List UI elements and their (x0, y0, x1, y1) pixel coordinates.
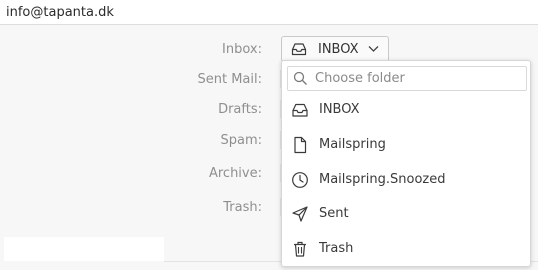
role-label-archive: Archive: (208, 166, 262, 181)
role-label-inbox: Inbox: (222, 42, 262, 57)
clock-icon (292, 172, 308, 188)
inbox-select-value: INBOX (318, 42, 359, 57)
folder-option-inbox[interactable]: INBOX (282, 93, 530, 127)
account-header: info@tapanta.dk (0, 0, 538, 25)
folder-option-label: Mailspring.Snoozed (319, 172, 446, 187)
folder-search-box[interactable] (287, 66, 527, 91)
footer-strip (4, 237, 164, 261)
inbox-tray-icon (291, 43, 307, 56)
folder-dropdown: INBOX Mailspring Mailspring.Snoozed Sent… (281, 60, 531, 267)
inbox-folder-select[interactable]: INBOX (281, 36, 389, 62)
folder-option-label: INBOX (319, 102, 360, 117)
folder-option-label: Trash (319, 241, 354, 256)
account-email: info@tapanta.dk (6, 5, 114, 20)
folder-option-mailspring-snoozed[interactable]: Mailspring.Snoozed (282, 163, 530, 197)
paper-plane-icon (292, 206, 308, 222)
search-icon (293, 71, 307, 85)
document-icon (294, 136, 307, 154)
folder-option-label: Sent (319, 206, 349, 221)
role-label-sent-mail: Sent Mail: (197, 72, 262, 87)
folder-option-label: Mailspring (319, 137, 386, 152)
chevron-down-icon (368, 46, 379, 52)
inbox-tray-icon (292, 103, 308, 117)
trash-icon (294, 241, 306, 257)
folder-option-trash[interactable]: Trash (282, 232, 530, 266)
folder-search-input[interactable] (315, 69, 520, 88)
folder-option-sent[interactable]: Sent (282, 197, 530, 231)
role-label-spam: Spam: (220, 133, 262, 148)
role-label-drafts: Drafts: (218, 102, 262, 117)
folder-option-mailspring[interactable]: Mailspring (282, 128, 530, 162)
role-label-trash: Trash: (223, 200, 262, 215)
